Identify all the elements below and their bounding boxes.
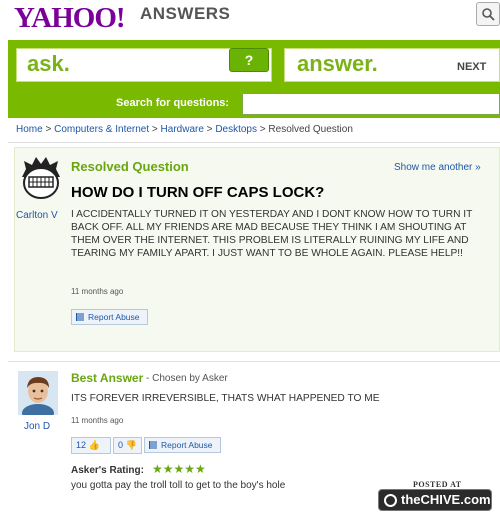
search-icon[interactable] — [476, 2, 500, 26]
breadcrumb-computers[interactable]: Computers & Internet — [54, 124, 149, 135]
header: YAHOO! ANSWERS — [0, 0, 500, 40]
avatar[interactable] — [18, 155, 64, 203]
breadcrumb-separator: > — [42, 124, 55, 135]
divider — [8, 361, 500, 362]
resolved-heading: Resolved Question — [71, 159, 189, 174]
question-body: I ACCIDENTALLY TURNED IT ON YESTERDAY AN… — [71, 209, 473, 259]
thumbs-down-count: 0 — [118, 440, 124, 450]
chosen-by-label: - Chosen by Asker — [146, 373, 228, 384]
answer-body: ITS FOREVER IRREVERSIBLE, THATS WHAT HAP… — [71, 393, 380, 404]
thumbs-up-button[interactable]: 12 👍 — [71, 437, 111, 454]
breadcrumb-current: Resolved Question — [268, 124, 353, 135]
breadcrumb-separator: > — [149, 124, 161, 135]
report-abuse-label: Report Abuse — [161, 440, 213, 450]
answer-user-link[interactable]: Jon D — [24, 421, 50, 432]
breadcrumb: Home > Computers & Internet > Hardware >… — [16, 124, 353, 135]
watermark-badge: theCHIVE.com — [378, 489, 492, 511]
flag-icon — [76, 313, 84, 321]
answer-label: answer. — [297, 51, 378, 76]
search-label: Search for questions: — [116, 97, 230, 109]
report-abuse-button[interactable]: Report Abuse — [71, 309, 148, 325]
breadcrumb-desktops[interactable]: Desktops — [215, 124, 257, 135]
star-rating: ★★★★★ — [152, 462, 206, 476]
breadcrumb-home[interactable]: Home — [16, 124, 43, 135]
question-title: HOW DO I TURN OFF CAPS LOCK? — [71, 184, 325, 201]
thumbs-down-icon: 👎 — [125, 440, 137, 450]
question-timestamp: 11 months ago — [71, 287, 124, 296]
breadcrumb-separator: > — [203, 124, 216, 135]
thumbs-up-count: 12 — [76, 440, 87, 450]
chive-logo-icon — [384, 494, 397, 507]
search-input[interactable] — [242, 93, 500, 115]
flag-icon — [149, 441, 157, 449]
watermark-site: theCHIVE.com — [401, 492, 491, 507]
question-user-link[interactable]: Carlton V — [16, 210, 58, 221]
divider — [8, 142, 500, 143]
show-another-link[interactable]: Show me another » — [394, 162, 481, 173]
thumbs-up-icon: 👍 — [88, 440, 100, 450]
askers-rating-label: Asker's Rating: — [71, 465, 144, 476]
breadcrumb-separator: > — [257, 124, 269, 135]
report-abuse-button[interactable]: Report Abuse — [144, 437, 221, 453]
answer-timestamp: 11 months ago — [71, 416, 124, 425]
thumbs-down-button[interactable]: 0 👎 — [113, 437, 142, 454]
breadcrumb-hardware[interactable]: Hardware — [161, 124, 204, 135]
yahoo-logo[interactable]: YAHOO! — [14, 2, 126, 35]
next-button[interactable]: NEXT — [457, 61, 486, 73]
best-answer-heading: Best Answer — [71, 371, 144, 385]
rating-comment: you gotta pay the troll toll to get to t… — [71, 480, 286, 491]
ask-label: ask. — [27, 51, 70, 76]
smile-icon[interactable]: ? — [229, 48, 269, 72]
report-abuse-label: Report Abuse — [88, 312, 140, 322]
answers-logo-text[interactable]: ANSWERS — [140, 4, 230, 24]
avatar[interactable] — [18, 371, 58, 422]
answer-tab[interactable]: answer. NEXT — [284, 48, 500, 82]
watermark-posted-at: POSTED AT — [413, 480, 462, 489]
